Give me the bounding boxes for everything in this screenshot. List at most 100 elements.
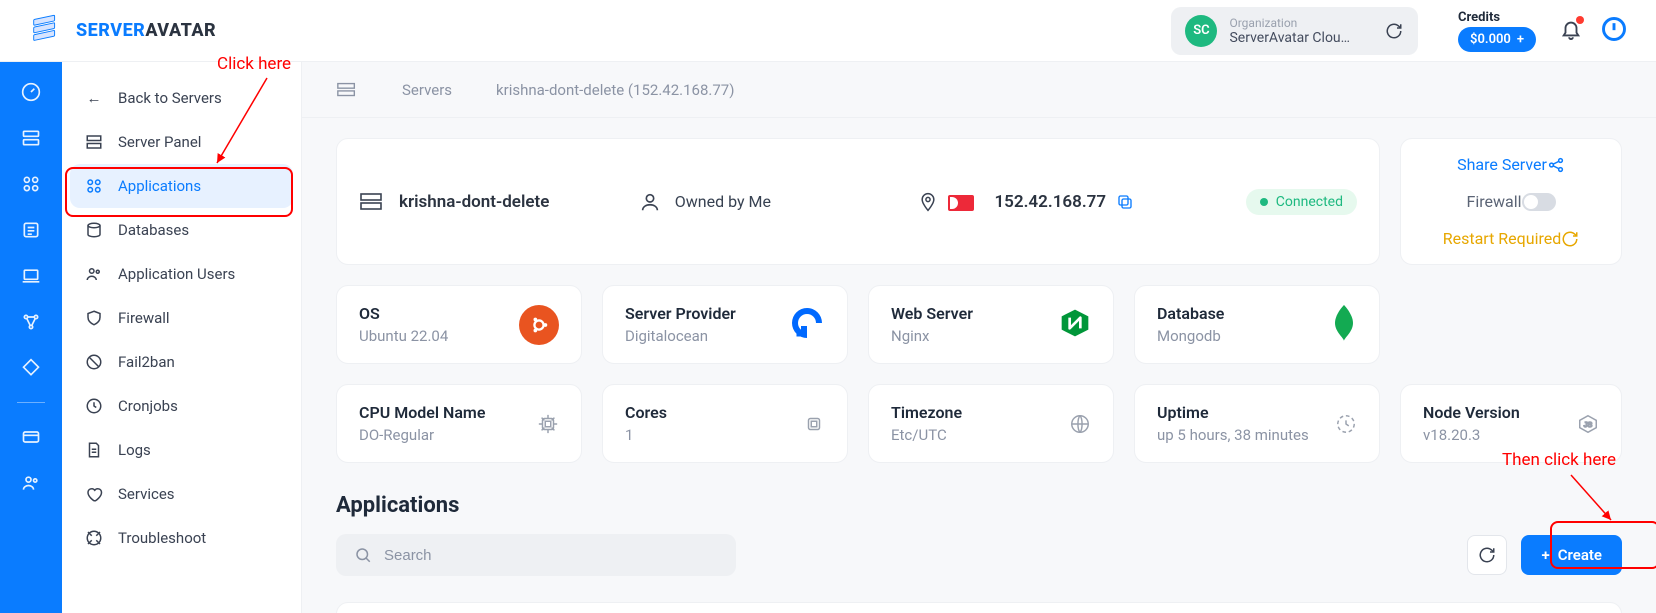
stat-key: Uptime	[1157, 403, 1335, 422]
credits-label: Credits	[1458, 10, 1536, 25]
stat-key: Node Version	[1423, 403, 1577, 422]
server-owner: Owned by Me	[675, 192, 771, 211]
firewall-toggle[interactable]	[1522, 193, 1556, 211]
rail-dashboard-icon[interactable]	[17, 78, 45, 106]
sidebar-item-cronjobs[interactable]: Cronjobs	[70, 384, 293, 428]
status-badge: Connected	[1246, 189, 1357, 215]
applications-heading: Applications	[336, 493, 1622, 518]
support-icon	[84, 528, 104, 548]
sidebar-item-fail2ban[interactable]: Fail2ban	[70, 340, 293, 384]
main-content: Servers krishna-dont-delete (152.42.168.…	[302, 62, 1656, 613]
stat-val: Nginx	[891, 327, 1059, 345]
cpu-icon	[537, 413, 559, 435]
share-label: Share Server	[1457, 155, 1547, 174]
org-label: Organization	[1229, 16, 1350, 30]
notifications-button[interactable]	[1560, 18, 1582, 44]
rail-laptop-icon[interactable]	[17, 262, 45, 290]
stat-key: Web Server	[891, 304, 1059, 323]
rail-servers-icon[interactable]	[17, 124, 45, 152]
status-dot-icon	[1260, 198, 1268, 206]
stat-key: OS	[359, 304, 519, 323]
org-name: ServerAvatar Clou…	[1229, 30, 1350, 46]
sidebar-item-firewall[interactable]: Firewall	[70, 296, 293, 340]
plus-icon: +	[1517, 32, 1524, 47]
create-button[interactable]: + Create	[1521, 535, 1622, 575]
sidebar-item-databases[interactable]: Databases	[70, 208, 293, 252]
rail-team-icon[interactable]	[17, 469, 45, 497]
sidebar-item-services[interactable]: Services	[70, 472, 293, 516]
power-icon	[1600, 15, 1628, 43]
sidebar-label: Logs	[118, 441, 151, 459]
uptime-icon	[1335, 413, 1357, 435]
sidebar-label: Server Panel	[118, 133, 201, 151]
stat-provider: Server ProviderDigitalocean	[602, 285, 848, 364]
nginx-icon	[1059, 307, 1091, 343]
sidebar-item-app-users[interactable]: Application Users	[70, 252, 293, 296]
refresh-button[interactable]	[1467, 535, 1507, 575]
stat-cores: Cores1	[602, 384, 848, 463]
credits: Credits $0.000 +	[1458, 10, 1536, 52]
stat-val: Mongodb	[1157, 327, 1331, 345]
power-button[interactable]	[1600, 15, 1628, 47]
server-name: krishna-dont-delete	[399, 192, 549, 212]
panel-icon	[84, 132, 104, 152]
share-server-link[interactable]: Share Server	[1457, 155, 1565, 174]
database-icon	[84, 220, 104, 240]
status-text: Connected	[1276, 194, 1343, 210]
brand-text-a: SERVER	[76, 20, 145, 41]
credits-button[interactable]: $0.000 +	[1458, 27, 1536, 52]
applications-table-header: Name Application User Primary Domain PHP…	[336, 602, 1622, 613]
sidebar-back-label: Back to Servers	[118, 89, 222, 107]
server-summary-card: krishna-dont-delete Owned by Me 152.42.1…	[336, 138, 1380, 265]
rail-network-icon[interactable]	[17, 308, 45, 336]
stat-cpu: CPU Model NameDO-Regular	[336, 384, 582, 463]
users-icon	[84, 264, 104, 284]
stat-node: Node Versionv18.20.3 JS	[1400, 384, 1622, 463]
breadcrumb-servers[interactable]: Servers	[402, 81, 452, 99]
rail-apps-icon[interactable]	[17, 170, 45, 198]
sidebar-back[interactable]: ← Back to Servers	[70, 76, 293, 120]
breadcrumb: Servers krishna-dont-delete (152.42.168.…	[302, 62, 1656, 118]
notification-dot	[1576, 16, 1584, 24]
user-icon	[639, 191, 661, 213]
share-icon	[1547, 156, 1565, 174]
stat-uptime: Uptime up 5 hours, 38 minutes	[1134, 384, 1380, 463]
org-avatar: SC	[1185, 15, 1217, 47]
rail-billing-icon[interactable]	[17, 423, 45, 451]
stat-key: Cores	[625, 403, 803, 422]
restart-required[interactable]: Restart Required	[1443, 229, 1579, 248]
globe-icon	[1069, 413, 1091, 435]
org-switcher[interactable]: SC Organization ServerAvatar Clou…	[1171, 7, 1418, 55]
search-box[interactable]	[336, 534, 736, 576]
server-icon	[359, 192, 383, 212]
stat-key: Timezone	[891, 403, 1069, 422]
sidebar-label: Services	[118, 485, 175, 503]
flag-icon	[948, 195, 974, 211]
stat-timezone: Timezone Etc/UTC	[868, 384, 1114, 463]
stat-val: Etc/UTC	[891, 426, 1069, 444]
breadcrumb-home-icon[interactable]	[336, 81, 358, 99]
stat-val: Digitalocean	[625, 327, 789, 345]
sidebar-label: Cronjobs	[118, 397, 178, 415]
stat-val: up 5 hours, 38 minutes	[1157, 426, 1335, 444]
sidebar-label: Applications	[118, 177, 201, 195]
brand-icon	[28, 12, 66, 50]
search-input[interactable]	[384, 547, 718, 564]
copy-icon[interactable]	[1116, 193, 1134, 211]
rail-list-icon[interactable]	[17, 216, 45, 244]
brand-logo[interactable]: SERVERAVATAR	[28, 12, 216, 50]
sidebar-item-logs[interactable]: Logs	[70, 428, 293, 472]
credits-value: $0.000	[1470, 32, 1511, 47]
stat-val: Ubuntu 22.04	[359, 327, 519, 345]
rail-tag-icon[interactable]	[17, 354, 45, 382]
sidebar-item-troubleshoot[interactable]: Troubleshoot	[70, 516, 293, 560]
sidebar: ← Back to Servers Server Panel Applicati…	[62, 62, 302, 613]
rail-separator	[17, 402, 45, 403]
panel-card: Share Server Firewall Restart Required	[1400, 138, 1622, 265]
sidebar-item-server-panel[interactable]: Server Panel	[70, 120, 293, 164]
sidebar-item-applications[interactable]: Applications	[70, 164, 293, 208]
mongodb-icon	[1331, 305, 1357, 345]
refresh-icon[interactable]	[1384, 21, 1404, 41]
sidebar-label: Databases	[118, 221, 189, 239]
svg-text:JS: JS	[1584, 419, 1593, 428]
